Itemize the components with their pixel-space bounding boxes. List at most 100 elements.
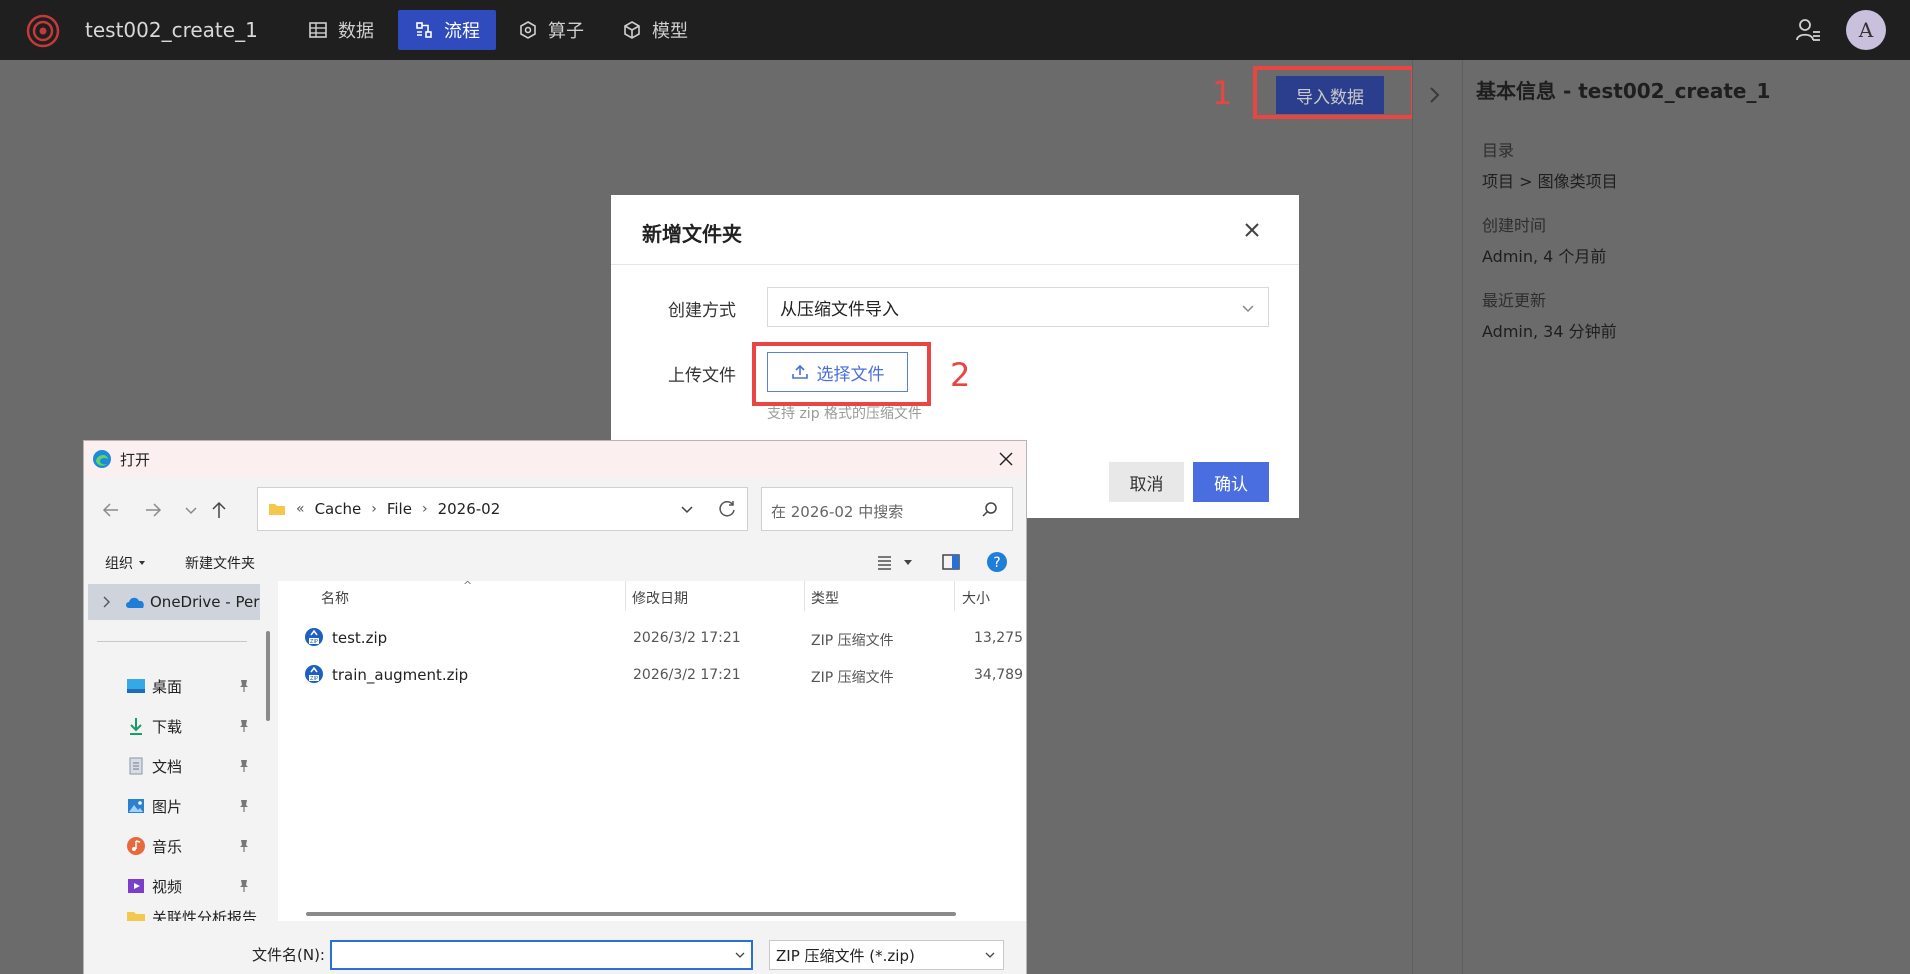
up-arrow-icon[interactable] — [208, 499, 230, 521]
sidebar-item-onedrive[interactable]: OneDrive - Per — [88, 584, 260, 620]
nav-tab-model[interactable]: 模型 — [606, 10, 704, 50]
pin-icon[interactable] — [238, 759, 250, 773]
create-method-label: 创建方式 — [668, 301, 736, 321]
search-placeholder: 在 2026-02 中搜索 — [771, 503, 904, 521]
horizontal-scrollbar[interactable] — [306, 912, 956, 916]
file-date: 2026/3/2 17:21 — [633, 667, 741, 683]
recent-locations-chevron-icon[interactable] — [180, 499, 202, 521]
filename-label: 文件名(N): — [252, 946, 325, 964]
table-icon — [309, 22, 327, 38]
sidebar-item-music[interactable]: 音乐 — [126, 831, 260, 861]
chevron-down-icon — [1242, 305, 1254, 313]
zip-file-icon: ZIP — [305, 628, 323, 646]
avatar[interactable]: A — [1846, 10, 1886, 50]
path-segment-current[interactable]: 2026-02 — [438, 500, 501, 518]
dialog-titlebar: 打开 — [84, 441, 1026, 477]
sidebar-item-videos[interactable]: 视频 — [126, 871, 260, 901]
column-header-type[interactable]: 类型 — [811, 588, 839, 608]
nav-tab-label: 模型 — [652, 21, 688, 42]
preview-pane-icon[interactable] — [940, 551, 962, 573]
cancel-button[interactable]: 取消 — [1109, 462, 1184, 502]
pin-icon[interactable] — [238, 679, 250, 693]
zip-file-icon: ZIP — [305, 665, 323, 683]
address-bar[interactable]: « Cache › File › 2026-02 — [257, 487, 748, 531]
right-info-panel — [1412, 60, 1910, 974]
app-logo-icon[interactable] — [26, 14, 60, 48]
pin-icon[interactable] — [238, 879, 250, 893]
pin-icon[interactable] — [238, 799, 250, 813]
path-segment-file[interactable]: File — [387, 500, 412, 518]
annotation-number-2: 2 — [950, 356, 971, 394]
video-icon — [128, 879, 144, 893]
file-size: 34,789 — [974, 667, 1023, 683]
filetype-select[interactable]: ZIP 压缩文件 (*.zip) — [769, 940, 1004, 970]
organize-menu[interactable]: 组织 — [105, 553, 147, 573]
search-input[interactable]: 在 2026-02 中搜索 — [761, 487, 1013, 531]
annotation-number-1: 1 — [1212, 74, 1233, 112]
nav-tab-flow[interactable]: 流程 — [398, 10, 496, 50]
path-segment-cache[interactable]: Cache — [315, 500, 362, 518]
upload-hint: 支持 zip 格式的压缩文件 — [767, 406, 923, 422]
path-separator: › — [371, 501, 377, 517]
column-header-date[interactable]: 修改日期 — [632, 588, 688, 608]
onedrive-cloud-icon — [126, 597, 144, 608]
svg-text:?: ? — [993, 555, 1000, 571]
nav-tab-operator[interactable]: 算子 — [502, 10, 600, 50]
new-folder-button[interactable]: 新建文件夹 — [185, 553, 255, 573]
svg-text:ZIP: ZIP — [310, 639, 318, 645]
create-method-select[interactable]: 从压缩文件导入 — [767, 287, 1269, 327]
sidebar-item-label: 下载 — [152, 717, 183, 736]
chevron-right-icon[interactable] — [98, 594, 114, 610]
confirm-button[interactable]: 确认 — [1193, 462, 1269, 502]
file-row-test-zip[interactable]: ZIP test.zip 2026/3/2 17:21 ZIP 压缩文件 13,… — [284, 621, 1024, 655]
search-icon[interactable] — [980, 500, 1000, 520]
sidebar-item-label: 视频 — [152, 877, 183, 896]
column-separator[interactable] — [804, 581, 805, 611]
user-management-icon[interactable] — [1794, 16, 1822, 44]
sidebar-item-downloads[interactable]: 下载 — [126, 711, 260, 741]
file-name: train_augment.zip — [332, 666, 469, 684]
sidebar-item-report-folder[interactable]: 关联性分析报告 — [126, 907, 260, 921]
pin-icon[interactable] — [238, 719, 250, 733]
updated-time-value: Admin, 34 分钟前 — [1482, 322, 1617, 341]
help-icon[interactable]: ? — [986, 551, 1008, 573]
forward-arrow-icon[interactable] — [142, 499, 164, 521]
column-separator[interactable] — [625, 581, 626, 611]
create-method-value: 从压缩文件导入 — [780, 299, 899, 320]
pin-icon[interactable] — [238, 839, 250, 853]
directory-label: 目录 — [1482, 141, 1515, 160]
chevron-down-icon[interactable] — [678, 500, 696, 518]
pictures-icon — [128, 799, 144, 813]
close-icon[interactable] — [996, 449, 1016, 469]
svg-text:ZIP: ZIP — [310, 676, 318, 682]
close-icon[interactable] — [1241, 219, 1263, 241]
nav-tab-data[interactable]: 数据 — [292, 10, 390, 50]
filename-input[interactable] — [330, 940, 753, 970]
folder-icon — [269, 504, 285, 515]
nav-tab-label: 算子 — [548, 21, 584, 42]
file-row-train-augment-zip[interactable]: ZIP train_augment.zip 2026/3/2 17:21 ZIP… — [284, 658, 1024, 692]
back-arrow-icon[interactable] — [100, 499, 122, 521]
operator-icon — [520, 21, 536, 39]
column-header-size[interactable]: 大小 — [962, 588, 990, 608]
created-time-value: Admin, 4 个月前 — [1482, 247, 1607, 266]
caret-down-icon[interactable] — [897, 551, 919, 573]
chevron-down-icon[interactable] — [733, 948, 747, 962]
view-list-icon[interactable] — [875, 551, 897, 573]
column-separator[interactable] — [954, 581, 955, 611]
sidebar-item-label: OneDrive - Per — [150, 593, 260, 611]
chevron-down-icon — [985, 952, 995, 958]
sidebar-scrollbar[interactable] — [266, 631, 270, 721]
sidebar-item-label: 音乐 — [152, 837, 183, 856]
sidebar-item-desktop[interactable]: 桌面 — [126, 671, 260, 701]
refresh-icon[interactable] — [716, 498, 738, 520]
project-title: test002_create_1 — [85, 18, 258, 42]
sidebar-item-documents[interactable]: 文档 — [126, 751, 260, 781]
chevron-right-icon[interactable] — [1420, 80, 1450, 110]
column-header-name[interactable]: 名称 — [321, 588, 349, 608]
directory-value: 项目 > 图像类项目 — [1482, 172, 1618, 191]
cube-icon — [624, 21, 640, 39]
path-overflow[interactable]: « — [296, 501, 305, 517]
sidebar-item-pictures[interactable]: 图片 — [126, 791, 260, 821]
organize-label: 组织 — [105, 556, 133, 572]
